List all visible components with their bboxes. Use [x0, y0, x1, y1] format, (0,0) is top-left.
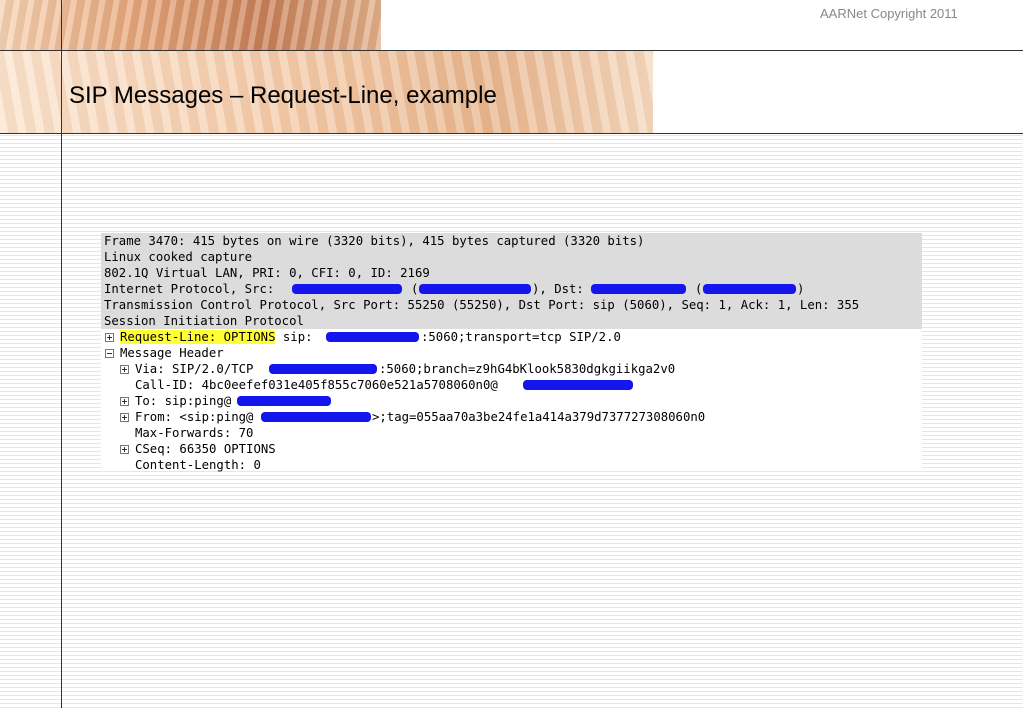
redaction-mark: [703, 284, 796, 294]
ip-row[interactable]: Internet Protocol, Src: ( ), Dst: ( ): [101, 281, 922, 297]
request-line-row[interactable]: Request-Line: OPTIONS sip: :5060;transpo…: [101, 329, 922, 345]
expand-icon[interactable]: [120, 397, 129, 406]
slide-title: SIP Messages – Request-Line, example: [69, 82, 497, 109]
expand-icon[interactable]: [105, 333, 114, 342]
vertical-rule: [61, 0, 62, 708]
max-forwards-row[interactable]: Max-Forwards: 70: [101, 425, 922, 441]
expand-icon[interactable]: [120, 413, 129, 422]
via-row[interactable]: Via: SIP/2.0/TCP :5060;branch=z9hG4bKloo…: [101, 361, 922, 377]
expand-icon[interactable]: [120, 365, 129, 374]
redaction-mark: [591, 284, 686, 294]
to-row[interactable]: To: sip:ping@: [101, 393, 922, 409]
redaction-mark: [292, 284, 402, 294]
redaction-mark: [269, 364, 377, 374]
vlan-row[interactable]: 802.1Q Virtual LAN, PRI: 0, CFI: 0, ID: …: [101, 265, 922, 281]
frame-row[interactable]: Frame 3470: 415 bytes on wire (3320 bits…: [101, 233, 922, 249]
redaction-mark: [419, 284, 531, 294]
collapse-icon[interactable]: [105, 349, 114, 358]
packet-capture-panel: Frame 3470: 415 bytes on wire (3320 bits…: [101, 233, 922, 473]
tcp-row[interactable]: Transmission Control Protocol, Src Port:…: [101, 297, 922, 313]
redaction-mark: [261, 412, 371, 422]
from-row[interactable]: From: <sip:ping@ >;tag=055aa70a3be24fe1a…: [101, 409, 922, 425]
request-line-highlight: Request-Line: OPTIONS: [120, 330, 276, 344]
call-id-row[interactable]: Call-ID: 4bc0eefef031e405f855c7060e521a5…: [101, 377, 922, 393]
sip-row[interactable]: Session Initiation Protocol: [101, 313, 922, 329]
redaction-mark: [523, 380, 633, 390]
header-decoration-image: [0, 0, 381, 50]
redaction-mark: [237, 396, 331, 406]
divider-line: [0, 133, 1023, 134]
message-header-row[interactable]: Message Header: [101, 345, 922, 361]
cseq-row[interactable]: CSeq: 66350 OPTIONS: [101, 441, 922, 457]
expand-icon[interactable]: [120, 445, 129, 454]
content-length-row[interactable]: Content-Length: 0: [101, 457, 922, 473]
copyright-text: AARNet Copyright 2011: [820, 6, 958, 21]
redaction-mark: [326, 332, 419, 342]
divider-line: [0, 50, 1023, 51]
linux-capture-row[interactable]: Linux cooked capture: [101, 249, 922, 265]
